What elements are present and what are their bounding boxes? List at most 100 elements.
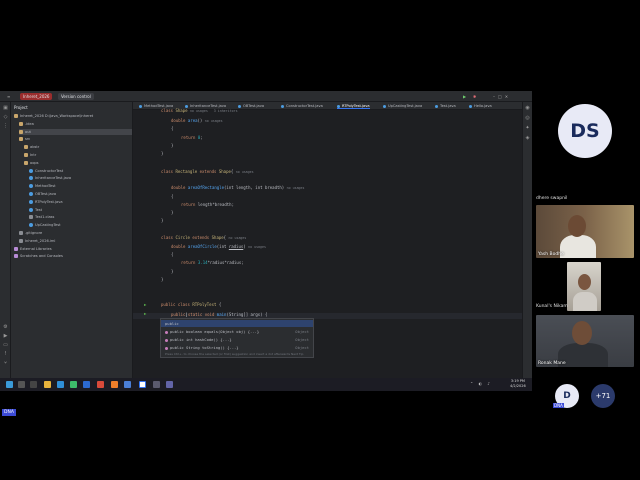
project-tree-label: src bbox=[25, 137, 31, 142]
store-icon[interactable] bbox=[70, 381, 77, 388]
project-tree-item[interactable]: OBTest.java bbox=[29, 191, 132, 197]
services-tool-icon[interactable]: ⚙ bbox=[2, 324, 9, 331]
code-line: class Shape no usages 3 inheritors bbox=[161, 108, 238, 113]
completion-item[interactable]: public String toString() {...} Object bbox=[161, 344, 313, 351]
vcs-widget[interactable]: Version control bbox=[58, 93, 94, 100]
windows-start-icon[interactable] bbox=[6, 381, 13, 388]
search-icon[interactable] bbox=[18, 381, 25, 388]
project-tree-item[interactable]: .gitignore bbox=[19, 230, 132, 236]
window-controls[interactable]: –□✕ bbox=[490, 93, 514, 100]
run-main-icon[interactable]: ▶ bbox=[144, 311, 146, 316]
completion-item[interactable]: public int hashCode() {...} Object bbox=[161, 336, 313, 343]
project-tool-icon[interactable]: ▣ bbox=[2, 105, 9, 112]
run-icon[interactable]: ▶ bbox=[460, 93, 469, 100]
java-class-icon bbox=[281, 104, 284, 108]
taskbar-clock[interactable]: 3:19 PM 4/2/2026 bbox=[510, 379, 526, 389]
project-tree-label: oops bbox=[30, 160, 39, 165]
project-tree-label: out bbox=[25, 129, 31, 134]
project-tree-item[interactable]: oops bbox=[24, 160, 132, 166]
problems-tool-icon[interactable]: ! bbox=[2, 351, 9, 358]
project-tree-item[interactable]: External Libraries bbox=[14, 246, 132, 252]
ide-titlebar: ≡ Inheret_2026 Version control ▶ ✱ –□✕ bbox=[0, 91, 532, 102]
project-tree-item[interactable]: src bbox=[19, 136, 132, 142]
java-class-icon bbox=[29, 184, 33, 189]
app-icon[interactable] bbox=[124, 381, 131, 388]
method-icon bbox=[165, 330, 168, 334]
intellij-icon[interactable] bbox=[139, 381, 146, 388]
project-tree-label: OBTest.java bbox=[35, 192, 57, 196]
project-panel-title[interactable]: Project bbox=[14, 105, 28, 110]
completion-item[interactable]: public boolean equals(Object obj) {...} O… bbox=[161, 328, 313, 335]
project-tree-item[interactable]: .idea bbox=[19, 121, 132, 127]
editor-tab[interactable]: RTPolyTest.java bbox=[337, 103, 370, 109]
project-tree-item[interactable]: MethodTest bbox=[29, 183, 132, 189]
commit-tool-icon[interactable]: ◇ bbox=[2, 114, 9, 121]
gradle-icon[interactable]: ◈ bbox=[524, 135, 531, 142]
participant-tile[interactable] bbox=[567, 262, 601, 311]
editor-tab[interactable]: OBTest.java bbox=[238, 103, 264, 109]
project-tree-item[interactable]: out bbox=[19, 128, 132, 135]
run-class-icon[interactable]: ▶ bbox=[144, 302, 146, 307]
terminal-tool-icon[interactable]: ▭ bbox=[2, 342, 9, 349]
project-tree-item[interactable]: InheritanceTest.java bbox=[29, 175, 132, 181]
editor-tab-label: Test.java bbox=[440, 104, 456, 108]
more-participants-button[interactable]: +71 bbox=[591, 384, 615, 408]
project-tree-item[interactable]: Test1.class bbox=[29, 214, 132, 220]
ai-assistant-icon[interactable]: ✦ bbox=[524, 125, 531, 132]
folder-icon bbox=[19, 121, 23, 126]
app-icon[interactable] bbox=[111, 381, 118, 388]
file-icon bbox=[19, 238, 23, 243]
person-video bbox=[560, 235, 596, 258]
project-tree-item[interactable]: Test bbox=[29, 207, 132, 213]
code-line: } bbox=[171, 143, 174, 148]
project-tree-item[interactable]: Inheret_2026.iml bbox=[19, 238, 132, 244]
self-tag: DNA bbox=[553, 403, 564, 408]
editor-tab[interactable]: Test.java bbox=[435, 103, 456, 109]
java-class-icon bbox=[435, 104, 438, 108]
right-tool-strip: ◉ ◎ ✦ ◈ bbox=[522, 102, 532, 380]
file-explorer-icon[interactable] bbox=[44, 381, 51, 388]
project-tree-item[interactable]: Intr bbox=[24, 152, 132, 158]
editor-tab-label: ConstructorTest.java bbox=[286, 104, 323, 108]
editor-tab[interactable]: Hello.java bbox=[469, 103, 492, 109]
project-tree-item[interactable]: UpCastingTest bbox=[29, 222, 132, 228]
notifications-icon[interactable]: ◉ bbox=[524, 105, 531, 112]
participant-name: Yash Bodhe bbox=[538, 252, 564, 257]
database-icon[interactable]: ◎ bbox=[524, 115, 531, 122]
completion-item[interactable]: public bbox=[161, 320, 313, 327]
completion-label: public String toString() {...} bbox=[170, 345, 239, 350]
file-icon bbox=[19, 231, 23, 235]
editor-tab[interactable]: UpCastingTest.java bbox=[383, 103, 422, 109]
git-tool-icon[interactable]: ⑂ bbox=[2, 360, 9, 367]
project-tree-item[interactable]: Inheret_2026 D:\Java_Workspace\Inheret bbox=[14, 113, 132, 119]
mail-icon[interactable] bbox=[83, 381, 90, 388]
system-tray[interactable]: ⌃ ◐ ♪ bbox=[470, 381, 492, 386]
project-switcher[interactable]: Inheret_2026 bbox=[20, 93, 53, 100]
project-tree-label: Inheret_2026 D:\Java_Workspace\Inheret bbox=[20, 114, 94, 118]
project-tree-item[interactable]: RTPolyTest.java bbox=[29, 199, 132, 205]
code-line: } bbox=[161, 218, 164, 223]
task-view-icon[interactable] bbox=[30, 381, 37, 388]
run-tool-icon[interactable]: ▶ bbox=[2, 333, 9, 340]
project-tree-item[interactable]: abstr bbox=[24, 144, 132, 150]
edge-icon[interactable] bbox=[57, 381, 64, 388]
project-tree-item[interactable]: ConstructorTest bbox=[29, 168, 132, 174]
project-tree-label: .gitignore bbox=[25, 231, 43, 235]
file-icon bbox=[29, 215, 33, 220]
code-line: } bbox=[161, 277, 164, 282]
editor-tab[interactable]: ConstructorTest.java bbox=[281, 103, 323, 109]
chrome-icon[interactable] bbox=[97, 381, 104, 388]
presenter-avatar[interactable]: DS bbox=[558, 104, 612, 158]
main-menu-icon[interactable]: ≡ bbox=[4, 93, 13, 100]
teams-icon[interactable] bbox=[166, 381, 173, 388]
editor-tab-label: UpCastingTest.java bbox=[388, 104, 423, 108]
code-line: double area() no usages bbox=[171, 118, 223, 123]
self-view-label: DNA bbox=[2, 409, 16, 416]
project-tree-item[interactable]: Scratches and Consoles bbox=[14, 253, 132, 259]
app-icon[interactable] bbox=[153, 381, 160, 388]
participant-tile[interactable]: Ronak Mane bbox=[536, 315, 634, 367]
structure-tool-icon[interactable]: ⋮ bbox=[2, 123, 9, 130]
java-class-icon bbox=[29, 199, 33, 204]
participant-tile[interactable]: Yash Bodhe bbox=[536, 205, 634, 258]
debug-icon[interactable]: ✱ bbox=[470, 93, 479, 100]
